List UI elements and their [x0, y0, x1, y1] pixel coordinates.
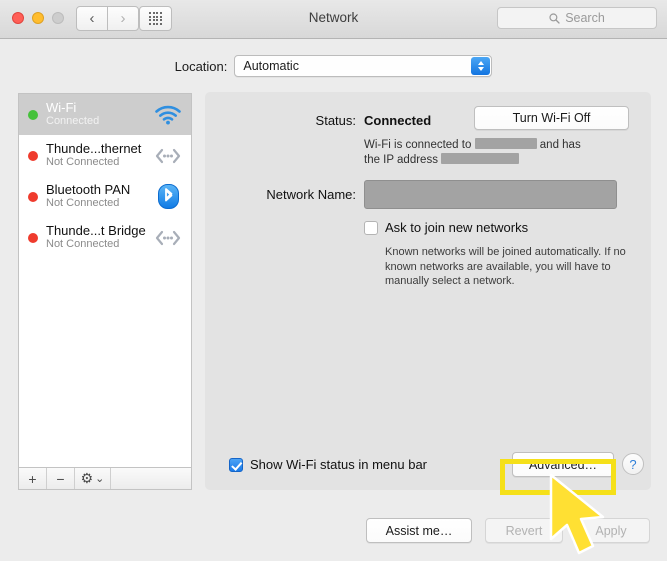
add-service-button[interactable]: + [19, 468, 47, 489]
status-dot-red [28, 232, 38, 243]
status-dot-green [28, 109, 38, 120]
window-footer: Assist me… Revert Apply [0, 518, 667, 548]
location-label: Location: [174, 58, 228, 74]
show-status-checkbox[interactable] [229, 457, 243, 472]
redacted-ip-address [441, 153, 520, 164]
service-list[interactable]: Wi-Fi Connected Thunde...thernet Not Con [18, 93, 192, 468]
connection-description: Wi-Fi is connected to and has the IP add… [364, 138, 644, 168]
sidebar-item-status: Not Connected [46, 156, 120, 168]
apply-button: Apply [572, 518, 650, 543]
connection-text-suffix: the IP address [364, 154, 438, 166]
sidebar-item-status: Not Connected [46, 197, 120, 209]
thunderbolt-bridge-icon [153, 229, 183, 247]
panel-bottom-row: Show Wi-Fi status in menu bar Advanced… … [205, 452, 651, 478]
show-status-label: Show Wi-Fi status in menu bar [250, 457, 428, 472]
search-placeholder: Search [565, 11, 605, 25]
sidebar-item-wifi[interactable]: Wi-Fi Connected [19, 94, 191, 135]
connection-text-middle: and has [539, 139, 581, 151]
sidebar-item-label: Wi-Fi [46, 100, 77, 115]
chevron-down-icon: ⌄ [95, 473, 105, 485]
ask-join-row[interactable]: Ask to join new networks [364, 220, 528, 235]
status-dot-red [28, 191, 38, 202]
sidebar-item-label: Thunde...thernet [46, 141, 142, 156]
location-value: Automatic [243, 59, 299, 73]
sidebar-item-thunderbolt-bridge[interactable]: Thunde...t Bridge Not Connected [19, 217, 191, 258]
wifi-settings-panel: Status: Connected Turn Wi-Fi Off Wi-Fi i… [205, 92, 651, 490]
ask-join-label: Ask to join new networks [385, 220, 529, 235]
status-value: Connected [364, 113, 432, 128]
sidebar-item-thunderbolt-ethernet[interactable]: Thunde...thernet Not Connected [19, 135, 191, 176]
search-input[interactable]: Search [497, 7, 657, 29]
bluetooth-icon [153, 184, 183, 209]
search-icon [549, 12, 560, 24]
ask-join-checkbox[interactable] [364, 220, 378, 235]
sidebar-item-status: Not Connected [46, 238, 120, 250]
sidebar-item-label: Thunde...t Bridge [46, 223, 146, 238]
connection-text-prefix: Wi-Fi is connected to [364, 139, 472, 151]
sidebar-item-bluetooth-pan[interactable]: Bluetooth PAN Not Connected [19, 176, 191, 217]
gear-icon: ⚙ [80, 470, 94, 486]
network-name-label: Network Name: [266, 187, 356, 202]
redacted-network-name [474, 138, 537, 149]
ask-join-helper-text: Known networks will be joined automatica… [385, 246, 626, 287]
assist-me-button[interactable]: Assist me… [366, 518, 472, 543]
advanced-button[interactable]: Advanced… [512, 452, 614, 477]
network-preferences-window: ‹ › Network Search Location: Automatic W… [0, 0, 667, 561]
status-dot-red [28, 150, 38, 161]
location-dropdown[interactable]: Automatic [234, 55, 493, 77]
window-titlebar: ‹ › Network Search [0, 0, 667, 39]
toolbar-filler [111, 468, 191, 489]
sidebar-item-label: Bluetooth PAN [46, 182, 131, 197]
chevron-updown-icon [471, 57, 491, 75]
help-button[interactable]: ? [622, 453, 644, 475]
wifi-icon [153, 105, 183, 125]
remove-service-button[interactable]: − [47, 468, 75, 489]
revert-button: Revert [485, 518, 563, 543]
sidebar-item-status: Connected [46, 115, 100, 127]
network-name-dropdown[interactable] [364, 180, 617, 209]
location-row: Location: Automatic [0, 55, 667, 77]
status-label: Status: [315, 113, 356, 128]
thunderbolt-ethernet-icon [153, 147, 183, 165]
show-status-row[interactable]: Show Wi-Fi status in menu bar [229, 457, 427, 472]
service-actions-button[interactable]: ⚙ ⌄ [75, 468, 111, 489]
turn-wifi-off-button[interactable]: Turn Wi-Fi Off [474, 106, 629, 130]
service-list-toolbar: + − ⚙ ⌄ [18, 468, 192, 490]
